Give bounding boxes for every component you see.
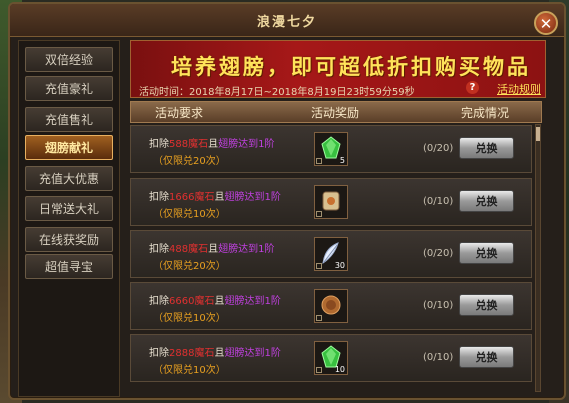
limit-text: （仅限兑10次） [153, 365, 226, 376]
sidebar-item-double-exp[interactable]: 双倍经验 [25, 47, 113, 72]
banner-title: 培养翅膀，即可超低折扣购买物品 [171, 55, 531, 79]
exchange-button[interactable]: 兑换 [459, 346, 514, 368]
rules-link[interactable]: 活动规则 [497, 81, 541, 97]
exchange-button[interactable]: 兑换 [459, 190, 514, 212]
requirement-text: 扣除488魔石且翅膀达到1阶 [149, 244, 275, 255]
reward-slot[interactable]: 30 [314, 237, 348, 271]
header-status: 完成情况 [461, 106, 510, 120]
item-quantity: 10 [334, 365, 345, 374]
lock-icon [316, 367, 322, 373]
requirement-text: 扣除588魔石且翅膀达到1阶 [149, 139, 275, 150]
limit-text: （仅限兑10次） [153, 313, 226, 324]
lock-icon [316, 158, 322, 164]
scroll-icon [322, 191, 340, 211]
sidebar-item-recharge-gift[interactable]: 充值豪礼 [25, 76, 113, 101]
green-gem-icon [321, 136, 341, 159]
table-row: 扣除6660魔石且翅膀达到1阶 （仅限兑10次） (0/10) 兑换 [130, 282, 532, 330]
exchange-button[interactable]: 兑换 [459, 137, 514, 159]
header-reward: 活动奖励 [311, 106, 360, 120]
exchange-button[interactable]: 兑换 [459, 294, 514, 316]
requirement-text: 扣除2888魔石且翅膀达到1阶 [149, 348, 281, 359]
lock-icon [316, 315, 322, 321]
table-row: 扣除488魔石且翅膀达到1阶 （仅限兑20次） 30 (0/20) 兑换 [130, 230, 532, 278]
sidebar-item-recharge-discount[interactable]: 充值大优惠 [25, 166, 113, 191]
title-bar[interactable]: 浪漫七夕 ✕ [10, 4, 564, 37]
lock-icon [316, 211, 322, 217]
table-row: 扣除1666魔石且翅膀达到1阶 （仅限兑10次） (0/10) 兑换 [130, 178, 532, 226]
progress-text: (0/20) [423, 248, 454, 259]
limit-text: （仅限兑10次） [153, 209, 226, 220]
requirement-text: 扣除1666魔石且翅膀达到1阶 [149, 192, 281, 203]
limit-text: （仅限兑20次） [153, 156, 226, 167]
item-quantity: 5 [339, 156, 345, 165]
table-header: 活动要求 活动奖励 完成情况 [130, 101, 542, 123]
sidebar-item-wing-gift[interactable]: 翅膀献礼 [25, 135, 113, 160]
event-banner: 培养翅膀，即可超低折扣购买物品 活动时间：2018年8月17日~2018年8月1… [130, 40, 546, 98]
reward-slot[interactable] [314, 185, 348, 219]
table-row: 扣除2888魔石且翅膀达到1阶 （仅限兑10次） 10 (0/10) 兑换 [130, 334, 532, 382]
sidebar-item-recharge-sale[interactable]: 充值售礼 [25, 107, 113, 132]
reward-slot[interactable]: 10 [314, 341, 348, 375]
sidebar-item-online-reward[interactable]: 在线获奖励 [25, 227, 113, 252]
bronze-coin-icon [321, 295, 341, 315]
exchange-button[interactable]: 兑换 [459, 242, 514, 264]
requirement-text: 扣除6660魔石且翅膀达到1阶 [149, 296, 281, 307]
list-scrollbar[interactable] [535, 124, 541, 392]
lock-icon [316, 263, 322, 269]
close-button[interactable]: ✕ [534, 11, 558, 35]
sidebar-item-daily-gift[interactable]: 日常送大礼 [25, 196, 113, 221]
item-quantity: 30 [334, 261, 345, 270]
reward-slot[interactable]: 5 [314, 132, 348, 166]
sidebar-item-treasure-hunt[interactable]: 超值寻宝 [25, 254, 113, 279]
event-time: 活动时间：2018年8月17日~2018年8月19日23时59分59秒 [139, 83, 415, 98]
window-title: 浪漫七夕 [256, 15, 317, 30]
help-icon[interactable]: ? [466, 81, 479, 94]
event-time-value: 2018年8月17日~2018年8月19日23时59分59秒 [189, 87, 415, 98]
progress-text: (0/10) [423, 300, 454, 311]
reward-slot[interactable] [314, 289, 348, 323]
progress-text: (0/10) [423, 196, 454, 207]
header-requirement: 活动要求 [155, 106, 204, 120]
reward-list: 扣除588魔石且翅膀达到1阶 （仅限兑20次） 5 (0/20) 兑换 扣除16… [130, 122, 532, 394]
table-row: 扣除588魔石且翅膀达到1阶 （仅限兑20次） 5 (0/20) 兑换 [130, 125, 532, 173]
progress-text: (0/10) [423, 352, 454, 363]
event-time-label: 活动时间： [139, 87, 189, 98]
progress-text: (0/20) [423, 143, 454, 154]
limit-text: （仅限兑20次） [153, 261, 226, 272]
scroll-thumb[interactable] [536, 127, 540, 141]
sidebar: 双倍经验 充值豪礼 充值售礼 翅膀献礼 充值大优惠 日常送大礼 在线获奖励 超值… [18, 40, 120, 397]
